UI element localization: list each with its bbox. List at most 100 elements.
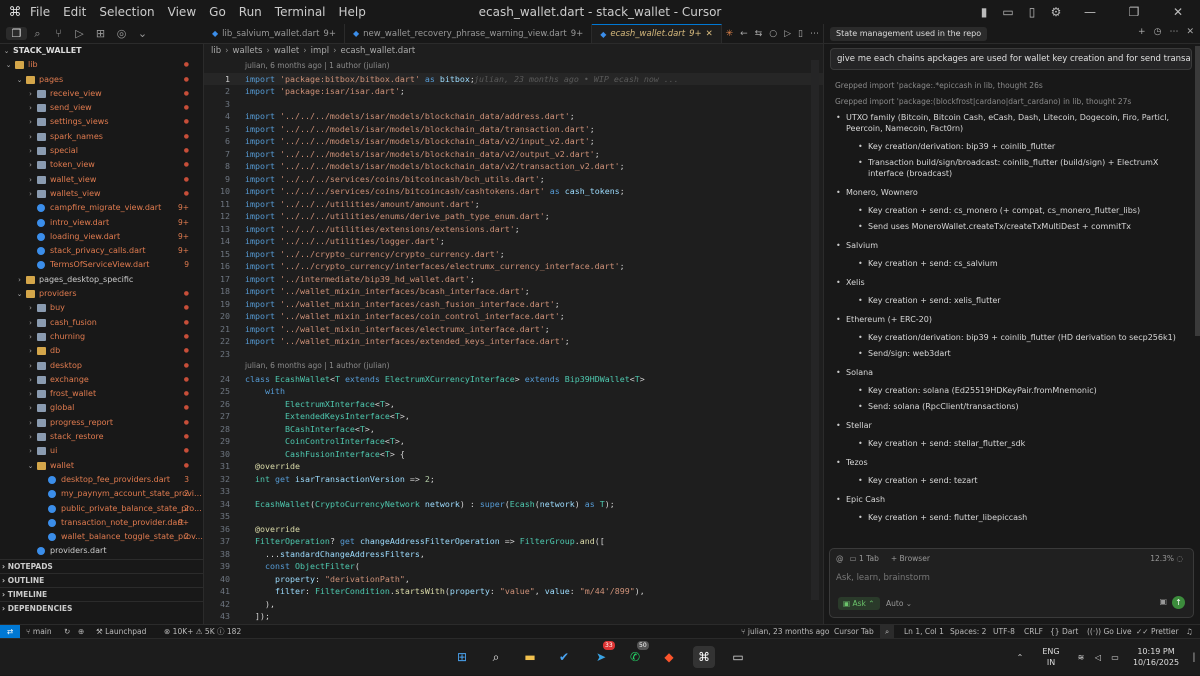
tree-item[interactable]: › cash_fusion ● xyxy=(0,316,203,330)
tree-item[interactable]: › db ● xyxy=(0,344,203,358)
circle-icon[interactable]: ○ xyxy=(769,29,777,39)
tree-item[interactable]: campfire_migrate_view.dart 9+ xyxy=(0,201,203,215)
tree-item[interactable]: › global ● xyxy=(0,401,203,415)
brave-browser-icon[interactable]: ◆ xyxy=(658,646,680,668)
section-outline[interactable]: › OUTLINE xyxy=(0,572,203,587)
tree-item[interactable]: ⌄ lib ● xyxy=(0,58,203,72)
prettier-item[interactable]: ✓✓ Prettier xyxy=(1136,625,1179,638)
tree-item[interactable]: ⌄ providers ● xyxy=(0,287,203,301)
codelens[interactable]: julian, 6 months ago | 1 author (julian) xyxy=(204,60,823,73)
explorer-icon[interactable]: ❐ xyxy=(6,27,27,40)
menu-item-view[interactable]: View xyxy=(168,5,196,19)
tree-item[interactable]: › token_view ● xyxy=(0,158,203,172)
menu-item-terminal[interactable]: Terminal xyxy=(275,5,326,19)
model-selector[interactable]: Auto ⌄ xyxy=(886,597,912,610)
search-icon[interactable]: ⌕ xyxy=(485,646,507,668)
launchpad-item[interactable]: ⚒ Launchpad xyxy=(96,625,146,638)
tree-item[interactable]: intro_view.dart 9+ xyxy=(0,216,203,230)
restore-icon[interactable]: ❐ xyxy=(1112,5,1156,19)
branch-item[interactable]: ⑂ main xyxy=(26,625,52,638)
menu-item-help[interactable]: Help xyxy=(339,5,366,19)
chevron-down-icon[interactable]: ⌄ xyxy=(132,27,153,40)
editor-tab[interactable]: ◆ lib_salvium_wallet.dart 9+ xyxy=(204,24,345,43)
tree-item[interactable]: › desktop ● xyxy=(0,359,203,373)
notification-center-icon[interactable]: │ xyxy=(1190,639,1198,676)
explorer-root[interactable]: ⌄ STACK_WALLET xyxy=(0,44,203,58)
tree-item[interactable]: stack_privacy_calls.dart 9+ xyxy=(0,244,203,258)
tree-item[interactable]: › wallet_view ● xyxy=(0,173,203,187)
codelens[interactable]: julian, 6 months ago | 1 author (julian) xyxy=(204,360,823,373)
minimize-icon[interactable]: — xyxy=(1068,5,1112,19)
encoding[interactable]: UTF-8 xyxy=(993,625,1015,638)
section-timeline[interactable]: › TIMELINE xyxy=(0,586,203,601)
tree-item[interactable]: › buy ● xyxy=(0,301,203,315)
tree-item[interactable]: my_paynym_account_state_provi... 2 xyxy=(0,487,203,501)
go-back-icon[interactable]: ← xyxy=(740,29,748,39)
tray-overflow-icon[interactable]: ⌃ xyxy=(1012,639,1028,676)
source-control-icon[interactable]: ⑂ xyxy=(48,27,69,40)
breadcrumb-item[interactable]: lib xyxy=(211,46,221,56)
tree-item[interactable]: › spark_names ● xyxy=(0,130,203,144)
toggle-secondary-sidebar-icon[interactable]: ▯ xyxy=(1020,5,1044,19)
menu-item-run[interactable]: Run xyxy=(239,5,262,19)
problems-item[interactable]: ⊗ 10K+ ⚠ 5K ⓘ 182 xyxy=(164,625,241,638)
language-mode[interactable]: {} Dart xyxy=(1050,625,1078,638)
tabs-chip[interactable]: ▭ 1 Tab xyxy=(850,554,885,563)
tree-item[interactable]: desktop_fee_providers.dart 3 xyxy=(0,473,203,487)
indentation[interactable]: Spaces: 2 xyxy=(950,625,986,638)
search-icon[interactable]: ⌕ xyxy=(27,27,48,41)
close-icon[interactable]: ✕ xyxy=(706,29,713,39)
file-explorer-icon[interactable]: ▬ xyxy=(519,646,541,668)
history-icon[interactable]: ◷ xyxy=(1154,27,1162,37)
breadcrumb-item[interactable]: ecash_wallet.dart xyxy=(340,46,415,56)
whatsapp-icon[interactable]: ✆ 50 xyxy=(624,641,649,668)
image-icon[interactable]: ▣ xyxy=(1159,597,1167,606)
section-notepads[interactable]: › NOTEPADS xyxy=(0,558,203,573)
battery-icon[interactable]: ▭ xyxy=(1108,639,1122,676)
menu-item-edit[interactable]: Edit xyxy=(63,5,86,19)
tree-item[interactable]: › wallets_view ● xyxy=(0,187,203,201)
tree-item[interactable]: › frost_wallet ● xyxy=(0,387,203,401)
clock[interactable]: 10:19 PM 10/16/2025 xyxy=(1126,639,1186,676)
editor-scrollbar[interactable] xyxy=(811,60,819,600)
tree-item[interactable]: › churning ● xyxy=(0,330,203,344)
remote-icon[interactable]: ⇄ xyxy=(0,625,20,638)
line-ending[interactable]: CRLF xyxy=(1024,625,1043,638)
browser-chip[interactable]: + Browser xyxy=(891,554,936,563)
toggle-sidebar-icon[interactable]: ▮ xyxy=(972,5,996,19)
close-icon[interactable]: ✕ xyxy=(1156,5,1200,19)
breadcrumb-item[interactable]: wallets xyxy=(233,46,263,56)
editor-tab[interactable]: ◆ ecash_wallet.dart 9+ ✕ xyxy=(592,24,722,43)
code-view[interactable]: julian, 6 months ago | 1 author (julian)… xyxy=(204,60,823,624)
split-icon[interactable]: ⇆ xyxy=(755,29,763,39)
todo-icon[interactable]: ✔ xyxy=(553,646,575,668)
cursor-tab-item[interactable]: Cursor Tab xyxy=(834,625,874,638)
close-icon[interactable]: ✕ xyxy=(1186,27,1194,37)
tree-item[interactable]: › pages_desktop_specific xyxy=(0,273,203,287)
chat-input[interactable] xyxy=(836,571,1176,585)
git-blame-item[interactable]: ⑂ julian, 23 months ago xyxy=(741,625,830,638)
tree-item[interactable]: › special ● xyxy=(0,144,203,158)
wifi-icon[interactable]: ≋ xyxy=(1074,639,1088,676)
tree-item[interactable]: ⌄ wallet ● xyxy=(0,459,203,473)
more-icon[interactable]: ⋯ xyxy=(1169,27,1178,37)
tree-item[interactable]: ⌄ pages ● xyxy=(0,73,203,87)
input-language[interactable]: ENG IN xyxy=(1034,639,1068,676)
search-icon[interactable]: ⌕ xyxy=(880,625,895,638)
tree-item[interactable]: loading_view.dart 9+ xyxy=(0,230,203,244)
go-live-item[interactable]: ((·)) Go Live xyxy=(1087,625,1132,638)
sync-icon[interactable]: ↻ xyxy=(64,625,70,638)
notifications-icon[interactable]: ♫ xyxy=(1186,625,1193,638)
tree-item[interactable]: wallet_balance_toggle_state_prov... 2 xyxy=(0,530,203,544)
cursor-app-icon[interactable]: ⌘ xyxy=(693,646,715,668)
section-dependencies[interactable]: › DEPENDENCIES xyxy=(0,600,203,615)
tree-item[interactable]: transaction_note_provider.dart 9+ xyxy=(0,516,203,530)
new-chat-icon[interactable]: + xyxy=(1138,27,1146,37)
breadcrumb-item[interactable]: wallet xyxy=(274,46,299,56)
tree-item[interactable]: public_private_balance_state_pro... 2 xyxy=(0,502,203,516)
mode-selector[interactable]: ▣ Ask ⌃ xyxy=(838,597,880,610)
menu-item-selection[interactable]: Selection xyxy=(99,5,154,19)
tree-item[interactable]: › exchange ● xyxy=(0,373,203,387)
tree-item[interactable]: TermsOfServiceView.dart 9 xyxy=(0,258,203,272)
tree-item[interactable]: providers.dart xyxy=(0,544,203,558)
